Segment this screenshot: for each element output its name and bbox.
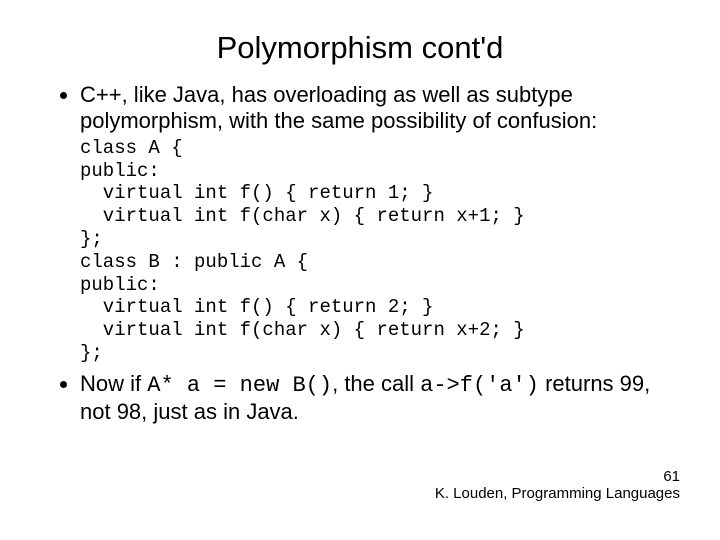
code-line-5: }; — [80, 228, 103, 250]
bullet-2-pre1: Now if — [80, 371, 147, 396]
bullet-1: C++, like Java, has overloading as well … — [80, 82, 680, 365]
code-line-3: virtual int f() { return 1; } — [80, 182, 433, 204]
bullet-2-mid: , the call — [332, 371, 420, 396]
slide-footer: 61 K. Louden, Programming Languages — [435, 468, 680, 503]
bullet-2: Now if A* a = new B(), the call a->f('a'… — [80, 371, 680, 426]
footer-attribution: K. Louden, Programming Languages — [435, 485, 680, 502]
code-block: class A { public: virtual int f() { retu… — [80, 137, 680, 365]
bullet-2-code1: A* a = new B() — [147, 373, 332, 398]
code-line-9: virtual int f(char x) { return x+2; } — [80, 319, 525, 341]
slide-title: Polymorphism cont'd — [40, 30, 680, 66]
code-line-4: virtual int f(char x) { return x+1; } — [80, 205, 525, 227]
code-line-8: virtual int f() { return 2; } — [80, 296, 433, 318]
bullet-1-text: C++, like Java, has overloading as well … — [80, 82, 597, 133]
code-line-2: public: — [80, 160, 160, 182]
code-line-7: public: — [80, 274, 160, 296]
code-line-6: class B : public A { — [80, 251, 308, 273]
code-line-10: }; — [80, 342, 103, 364]
bullet-2-code2: a->f('a') — [420, 373, 539, 398]
code-line-1: class A { — [80, 137, 183, 159]
slide: Polymorphism cont'd C++, like Java, has … — [0, 0, 720, 540]
page-number: 61 — [663, 468, 680, 485]
bullet-list: C++, like Java, has overloading as well … — [40, 82, 680, 426]
